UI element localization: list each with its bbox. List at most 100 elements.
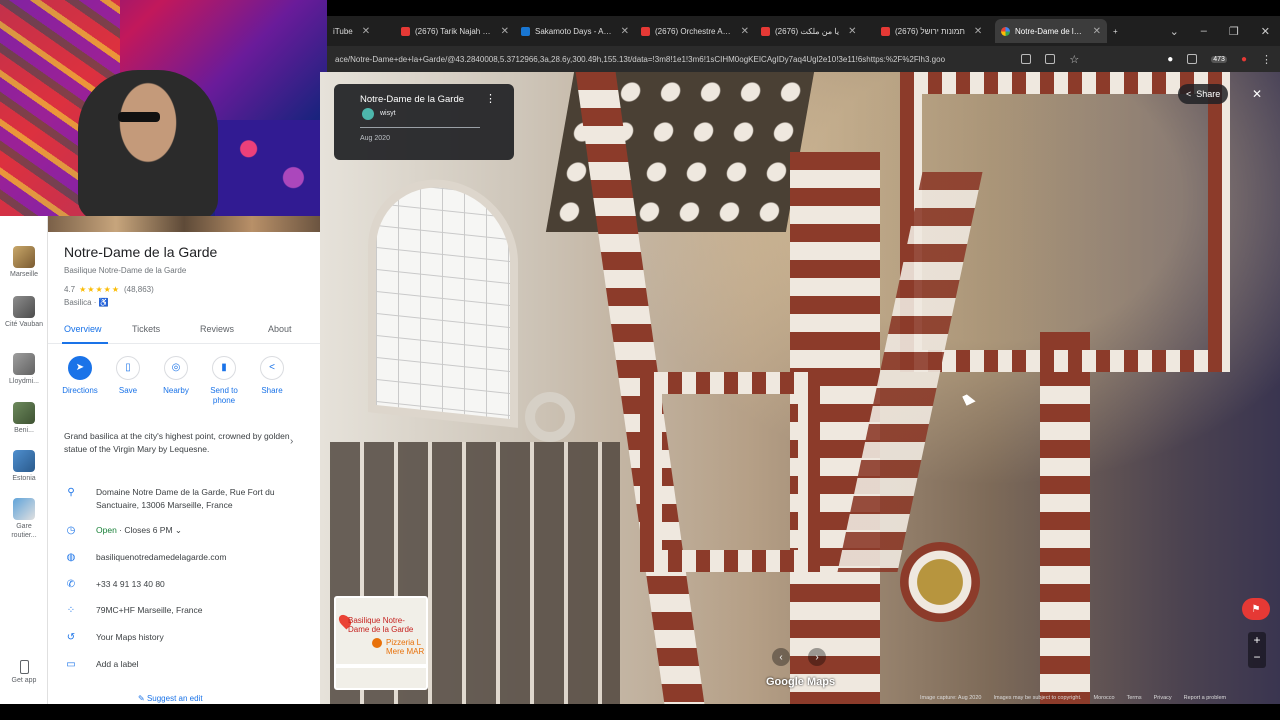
footer-region[interactable]: Morocco [1094, 695, 1115, 701]
reviews-count[interactable]: (48,863) [124, 285, 154, 294]
zoom-in-icon[interactable]: + [1248, 632, 1266, 649]
browser-tab[interactable]: (2676) Tarik Najah Caru ✕ [395, 19, 515, 43]
suggest-edit-label: Suggest an edit [146, 694, 203, 703]
nearby-icon: ◎ [164, 356, 188, 380]
tab-title: Notre-Dame de la Gard [1015, 26, 1084, 36]
rail-item-beni[interactable]: Beni... [4, 402, 44, 435]
chevron-right-icon[interactable]: › [290, 436, 293, 447]
browser-tab[interactable]: Sakamoto Days - Anim ✕ [515, 19, 635, 43]
place-thumbnail [13, 353, 35, 375]
install-app-icon[interactable] [1021, 54, 1032, 64]
place-thumbnail [13, 498, 35, 520]
close-icon: ✕ [1251, 87, 1263, 101]
location-pin-icon: ⚲ [67, 487, 75, 498]
suggest-edit-button[interactable]: ✎ Suggest an edit [138, 694, 203, 703]
star-rating-icon: ★★★★★ [79, 285, 120, 294]
place-thumbnail [13, 296, 35, 318]
plus-code-icon: ⁘ [66, 605, 76, 616]
arrow-right-icon[interactable]: › [808, 648, 826, 666]
rail-item-marseille[interactable]: Marseille [4, 246, 44, 279]
rail-item-estonia[interactable]: Estonia [4, 450, 44, 483]
phone-icon [19, 660, 29, 674]
phone-row[interactable]: ✆ +33 4 91 13 40 80 [64, 578, 304, 591]
close-icon[interactable]: ✕ [1093, 26, 1101, 37]
save-button[interactable]: ▯ Save [104, 356, 152, 406]
nearby-button[interactable]: ◎ Nearby [152, 356, 200, 406]
record-icon[interactable]: ● [1241, 54, 1247, 65]
maximize-icon[interactable]: ❐ [1229, 25, 1239, 38]
footer-capture: Image capture: Aug 2020 [920, 695, 982, 701]
close-icon[interactable]: ✕ [501, 26, 509, 37]
maps-history-text: Your Maps history [96, 632, 164, 642]
more-options-icon[interactable]: ⋮ [485, 92, 496, 105]
tab-tickets[interactable]: Tickets [116, 320, 184, 343]
tab-overview[interactable]: Overview [48, 320, 116, 344]
close-icon[interactable]: ✕ [362, 26, 370, 37]
browser-tab[interactable]: (2676) Orchestre Asri - ✕ [635, 19, 755, 43]
close-icon[interactable]: ✕ [621, 26, 629, 37]
footer-report[interactable]: Report a problem [1184, 695, 1227, 701]
menu-dots-icon[interactable]: ⋮ [1261, 53, 1272, 66]
url-field[interactable]: ace/Notre-Dame+de+la+Garde/@43.2840008,5… [335, 55, 1021, 64]
street-view-share-button[interactable]: < Share [1178, 84, 1229, 104]
close-icon[interactable]: ✕ [741, 26, 749, 37]
puzzle-icon[interactable] [1187, 54, 1198, 64]
footer-privacy[interactable]: Privacy [1154, 695, 1172, 701]
rail-item-label: Gare routier... [11, 523, 37, 539]
place-category[interactable]: Basilica · [64, 298, 99, 307]
minimize-icon[interactable]: – [1201, 25, 1207, 38]
new-tab-button[interactable]: + [1107, 19, 1131, 43]
place-hero-photo[interactable] [48, 216, 320, 232]
wheelchair-icon: ♿ [98, 298, 109, 307]
extension-badge[interactable]: 473 [1211, 55, 1227, 63]
youtube-icon [761, 26, 770, 36]
phone-call-icon: ✆ [66, 579, 76, 590]
tab-about[interactable]: About [252, 320, 320, 343]
zoom-out-icon[interactable]: − [1248, 649, 1266, 666]
tab-search-icon[interactable]: ⌄ [1170, 25, 1179, 38]
mini-map[interactable]: Basilique Notre-Dame de la Garde Pizzeri… [334, 596, 428, 690]
translate-icon[interactable] [1045, 54, 1056, 64]
bookmark-star-icon[interactable]: ☆ [1069, 53, 1079, 66]
rail-item-gare-routiere[interactable]: Gare routier... [4, 498, 44, 540]
globe-icon: ◍ [66, 552, 76, 563]
rail-item-cite-vauban[interactable]: Cité Vauban [4, 296, 44, 329]
browser-tab-active[interactable]: Notre-Dame de la Gard ✕ [995, 19, 1107, 43]
maps-history-row[interactable]: ↺ Your Maps history [64, 631, 304, 644]
extension-icon[interactable]: ● [1167, 54, 1173, 65]
share-label: Share [1196, 89, 1221, 99]
plus-code-row[interactable]: ⁘ 79MC+HF Marseille, France [64, 604, 304, 617]
site-icon [521, 26, 530, 36]
rail-item-label: Estonia [12, 475, 36, 482]
close-window-icon[interactable]: ✕ [1261, 25, 1270, 38]
tab-title: iTube [333, 26, 353, 36]
browser-tab[interactable]: iTube ✕ [327, 19, 395, 43]
send-to-phone-button[interactable]: ▮ Send to phone [200, 356, 248, 406]
contributor-name[interactable]: wisyt [380, 110, 396, 117]
close-icon[interactable]: ✕ [848, 26, 856, 37]
closing-time: · Closes 6 PM [116, 525, 173, 535]
action-label: Send to phone [210, 386, 238, 405]
tab-reviews[interactable]: Reviews [184, 320, 252, 343]
add-label-row[interactable]: ▭ Add a label [64, 658, 304, 671]
close-icon[interactable]: ✕ [974, 26, 982, 37]
rail-item-lloydminster[interactable]: Lloydmi... [4, 353, 44, 386]
get-app-button[interactable]: Get app [4, 660, 44, 684]
plus-icon: + [1113, 26, 1118, 36]
arrow-left-icon[interactable]: ‹ [772, 648, 790, 666]
letterbox-bar [0, 704, 1280, 720]
street-view-canvas[interactable] [320, 72, 1280, 704]
address-row[interactable]: ⚲ Domaine Notre Dame de la Garde, Rue For… [64, 486, 304, 512]
hours-row[interactable]: ◷ Open · Closes 6 PM ⌄ [64, 524, 304, 537]
browser-tab[interactable]: (2676) يا من ملكت ✕ [755, 19, 875, 43]
directions-button[interactable]: ➤ Directions [56, 356, 104, 406]
share-button[interactable]: < Share [248, 356, 296, 406]
pegman-icon[interactable]: ⚑ [1242, 598, 1270, 620]
browser-tab[interactable]: (2676) תמונות ירושל ✕ [875, 19, 995, 43]
footer-terms[interactable]: Terms [1127, 695, 1142, 701]
close-street-view-button[interactable]: ✕ [1248, 84, 1266, 104]
place-description[interactable]: Grand basilica at the city's highest poi… [64, 430, 296, 456]
tab-title: (2676) يا من ملكت [775, 26, 840, 36]
street-view-title[interactable]: Notre-Dame de la Garde [360, 94, 464, 105]
website-row[interactable]: ◍ basiliquenotredamedelagarde.com [64, 551, 304, 564]
